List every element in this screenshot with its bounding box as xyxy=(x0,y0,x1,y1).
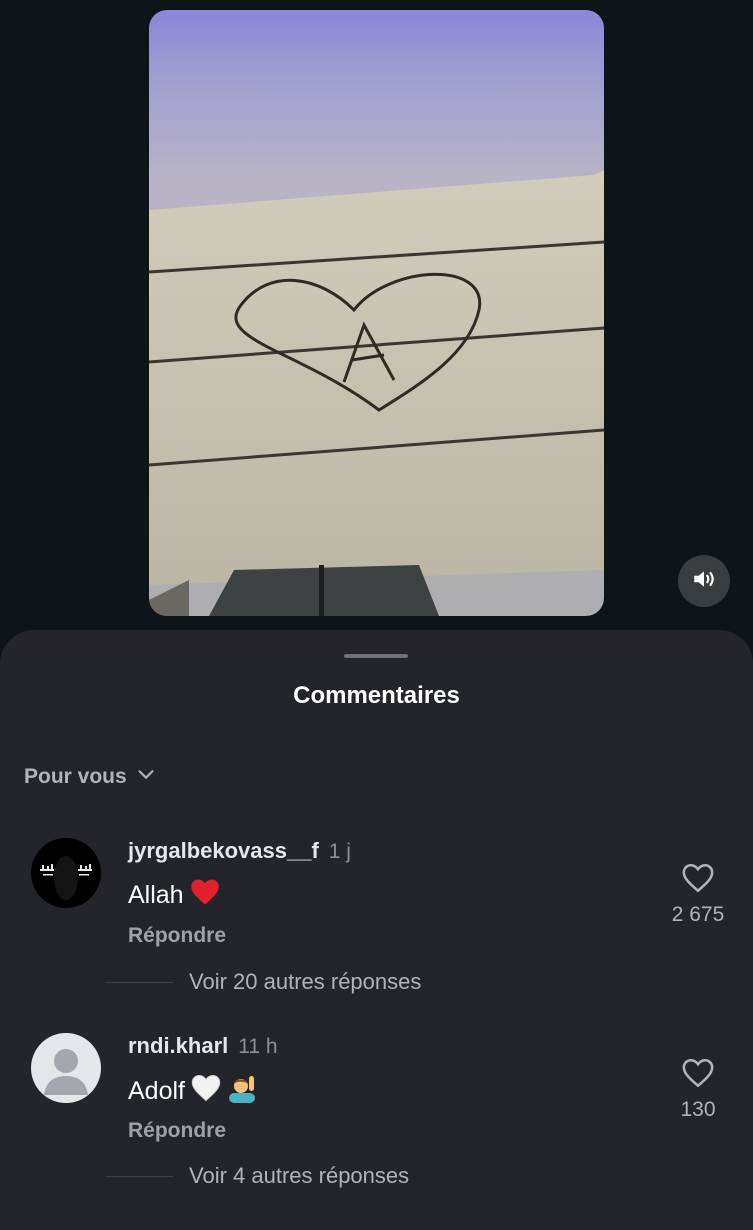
comment-time: 11 h xyxy=(238,1035,278,1058)
comment-username[interactable]: jyrgalbekovass__f xyxy=(128,838,319,864)
white-heart-emoji xyxy=(191,1074,221,1109)
view-replies-label[interactable]: Voir 4 autres réponses xyxy=(189,1163,409,1189)
heart-outline-icon xyxy=(681,1058,715,1093)
comment-body: Allah xyxy=(128,881,184,909)
avatar[interactable] xyxy=(31,838,101,908)
sheet-title: Commentaires xyxy=(293,682,460,709)
like-count: 2 675 xyxy=(671,903,725,926)
person-raising-hand-emoji xyxy=(227,1073,257,1110)
comment-text: Adolf xyxy=(128,1073,257,1110)
reply-button[interactable]: Répondre xyxy=(128,1119,226,1143)
heart-outline-icon xyxy=(681,863,715,898)
like-button[interactable]: 130 xyxy=(652,1057,744,1122)
reply-button[interactable]: Répondre xyxy=(128,924,226,948)
avatar[interactable] xyxy=(31,1033,101,1103)
speaker-icon xyxy=(691,566,717,597)
like-count: 130 xyxy=(680,1098,716,1121)
comment-text: Allah xyxy=(128,878,220,913)
drag-handle[interactable] xyxy=(344,654,408,658)
video-player[interactable] xyxy=(149,10,604,616)
sort-dropdown[interactable]: Pour vous xyxy=(24,763,157,791)
sound-button[interactable] xyxy=(678,555,730,607)
sort-label: Pour vous xyxy=(24,765,127,788)
chevron-down-icon xyxy=(135,763,157,791)
comment-body: Adolf xyxy=(128,1077,185,1105)
view-more-replies[interactable]: Voir 4 autres réponses xyxy=(105,1163,409,1189)
view-more-replies[interactable]: Voir 20 autres réponses xyxy=(105,969,421,995)
comment-username[interactable]: rndi.kharl xyxy=(128,1033,228,1059)
comments-sheet: Commentaires Pour vous jyrgalbekovass__f… xyxy=(0,630,753,1230)
video-area xyxy=(0,0,753,640)
red-heart-emoji xyxy=(190,878,220,913)
divider xyxy=(105,1175,173,1177)
view-replies-label[interactable]: Voir 20 autres réponses xyxy=(189,969,421,995)
like-button[interactable]: 2 675 xyxy=(652,862,744,927)
comment-time: 1 j xyxy=(328,840,351,863)
divider xyxy=(105,981,173,983)
